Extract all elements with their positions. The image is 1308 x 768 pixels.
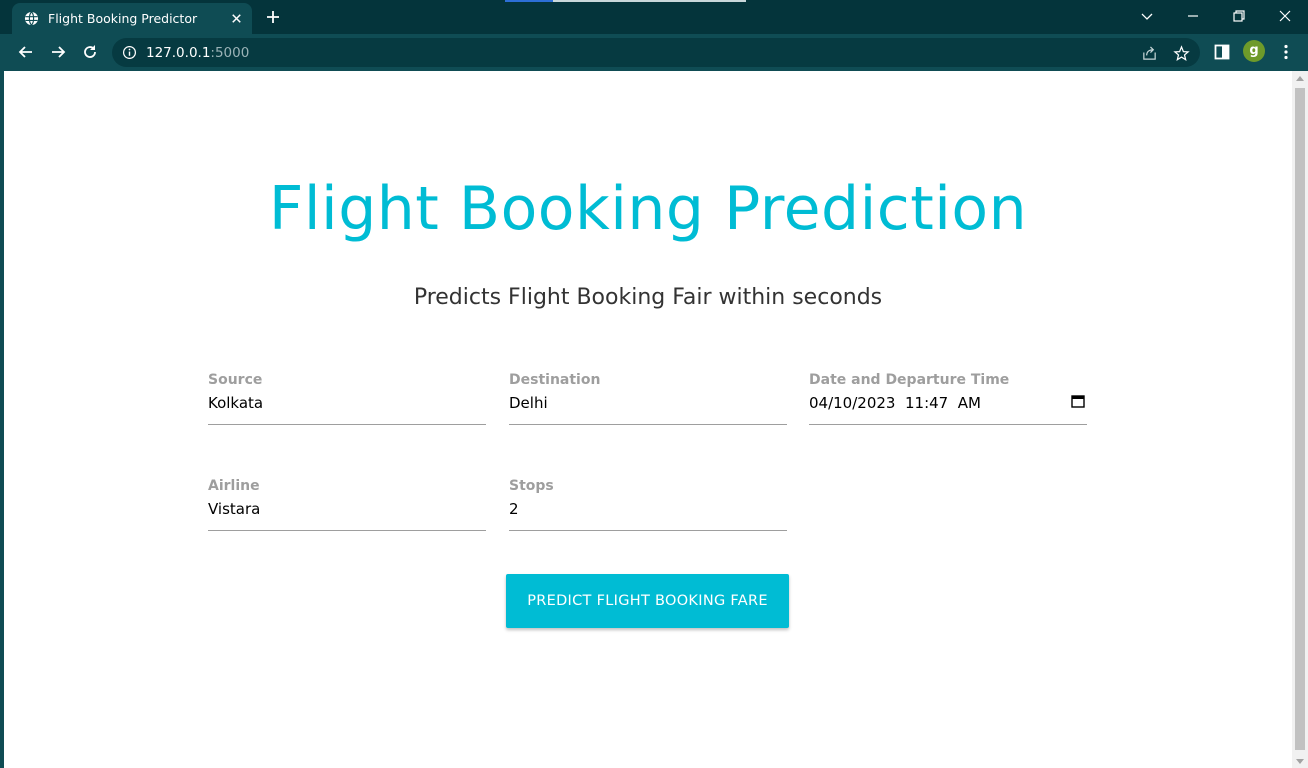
predict-fare-button[interactable]: Predict Flight Booking Fare bbox=[506, 574, 789, 628]
minimize-icon[interactable] bbox=[1183, 6, 1203, 26]
reload-icon[interactable] bbox=[80, 42, 100, 62]
airline-field[interactable]: Airline Vistara bbox=[208, 478, 486, 531]
stops-label: Stops bbox=[509, 478, 554, 494]
tab-strip-highlight-light bbox=[553, 0, 746, 2]
source-label: Source bbox=[208, 372, 263, 388]
url-text[interactable]: 127.0.0.1:5000 bbox=[146, 45, 249, 61]
address-bar[interactable]: 127.0.0.1:5000 bbox=[112, 38, 1200, 67]
back-arrow-icon[interactable] bbox=[16, 42, 36, 62]
scrollbar-thumb[interactable] bbox=[1295, 88, 1305, 750]
destination-field[interactable]: Destination Delhi bbox=[509, 372, 787, 425]
departure-input[interactable]: 04/10/2023 11:47 AM bbox=[809, 394, 981, 412]
profile-avatar[interactable]: g bbox=[1243, 40, 1265, 62]
close-icon[interactable] bbox=[229, 11, 244, 26]
stops-input[interactable]: 2 bbox=[509, 500, 519, 518]
departure-label: Date and Departure Time bbox=[809, 372, 1010, 388]
airline-label: Airline bbox=[208, 478, 260, 494]
tab-strip-highlight bbox=[505, 0, 553, 2]
info-icon[interactable] bbox=[122, 45, 137, 60]
browser-tab[interactable]: Flight Booking Predictor bbox=[12, 3, 252, 34]
source-input[interactable]: Kolkata bbox=[208, 394, 263, 412]
star-icon[interactable] bbox=[1173, 45, 1190, 62]
restore-icon[interactable] bbox=[1229, 6, 1249, 26]
scroll-up-arrow-icon[interactable] bbox=[1296, 76, 1304, 81]
stops-field[interactable]: Stops 2 bbox=[509, 478, 787, 531]
source-field[interactable]: Source Kolkata bbox=[208, 372, 486, 425]
scroll-down-arrow-icon[interactable] bbox=[1296, 759, 1304, 764]
browser-toolbar: 127.0.0.1:5000 g bbox=[0, 34, 1308, 71]
departure-field[interactable]: Date and Departure Time 04/10/2023 11:47… bbox=[809, 372, 1087, 425]
globe-icon bbox=[24, 11, 39, 26]
tab-title: Flight Booking Predictor bbox=[48, 11, 198, 26]
page-subtitle: Predicts Flight Booking Fair within seco… bbox=[413, 285, 883, 310]
close-window-icon[interactable] bbox=[1275, 6, 1295, 26]
page-viewport: Flight Booking Prediction Predicts Fligh… bbox=[4, 71, 1292, 768]
page-title: Flight Booking Prediction bbox=[268, 174, 1028, 244]
forward-arrow-icon[interactable] bbox=[48, 42, 68, 62]
url-host: 127.0.0.1 bbox=[146, 45, 211, 61]
plus-icon[interactable] bbox=[264, 8, 282, 26]
side-panel-icon[interactable] bbox=[1212, 42, 1232, 62]
chevron-down-icon[interactable] bbox=[1137, 6, 1157, 26]
airline-input[interactable]: Vistara bbox=[208, 500, 260, 518]
destination-label: Destination bbox=[509, 372, 601, 388]
tab-strip: Flight Booking Predictor bbox=[0, 0, 1308, 34]
calendar-icon[interactable] bbox=[1071, 394, 1085, 408]
destination-input[interactable]: Delhi bbox=[509, 394, 548, 412]
kebab-menu-icon[interactable] bbox=[1276, 42, 1296, 62]
share-icon[interactable] bbox=[1141, 45, 1158, 62]
url-port: :5000 bbox=[210, 45, 250, 61]
page-scrollbar[interactable] bbox=[1292, 71, 1308, 768]
